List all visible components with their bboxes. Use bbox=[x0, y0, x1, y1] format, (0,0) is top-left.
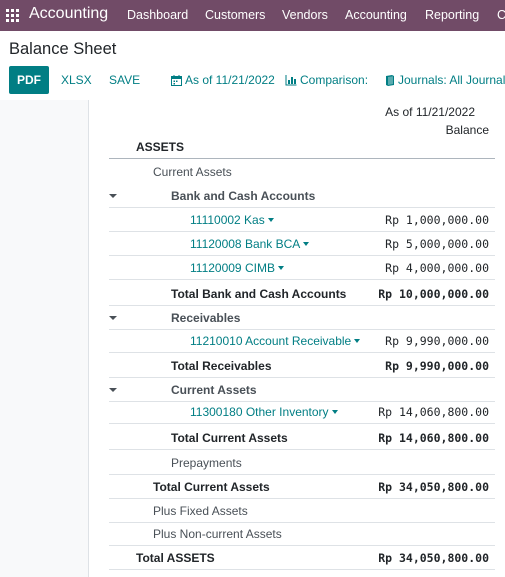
row-amount: Rp 1,000,000.00 bbox=[385, 213, 489, 227]
row-amount: Rp 9,990,000.00 bbox=[385, 359, 489, 373]
bar-chart-icon bbox=[285, 74, 297, 85]
menu-accounting[interactable]: Accounting bbox=[345, 8, 407, 22]
report-row-account: 11120008 Bank BCA Rp 5,000,000.00 bbox=[109, 232, 495, 256]
row-amount: Rp 5,000,000.00 bbox=[385, 237, 489, 251]
caret-down-icon[interactable] bbox=[109, 316, 117, 320]
row-label: Receivables bbox=[171, 311, 241, 325]
book-icon bbox=[386, 74, 394, 86]
chevron-down-icon[interactable] bbox=[354, 339, 361, 343]
page-title: Balance Sheet bbox=[9, 40, 117, 58]
journals-filter[interactable]: Journals: All Journal bbox=[385, 73, 505, 87]
row-amount: Rp 34,050,800.00 bbox=[378, 480, 489, 494]
save-button[interactable]: SAVE bbox=[109, 73, 140, 87]
apps-grid-icon[interactable] bbox=[6, 9, 19, 22]
menu-configuration[interactable]: C bbox=[497, 8, 505, 22]
row-label: Bank and Cash Accounts bbox=[171, 189, 316, 203]
row-label: Current Assets bbox=[171, 383, 257, 397]
account-link[interactable]: 11120009 CIMB bbox=[190, 261, 284, 275]
row-amount: Rp 34,050,800.00 bbox=[378, 551, 489, 565]
report-row-grand-total: Total ASSETS Rp 34,050,800.00 bbox=[109, 546, 495, 570]
report-row-account: 11210010 Account Receivable Rp 9,990,000… bbox=[109, 329, 495, 353]
report-row-account: 11120009 CIMB Rp 4,000,000.00 bbox=[109, 256, 495, 280]
app-name[interactable]: Accounting bbox=[29, 5, 108, 23]
row-amount: Rp 14,060,800.00 bbox=[378, 431, 489, 445]
report-row-group[interactable]: Current Assets bbox=[109, 378, 495, 402]
chevron-down-icon[interactable] bbox=[331, 410, 338, 414]
row-label: Total ASSETS bbox=[136, 551, 215, 565]
comparison-filter-label: Comparison: bbox=[300, 73, 369, 87]
caret-down-icon[interactable] bbox=[109, 388, 117, 392]
calendar-icon bbox=[171, 74, 182, 86]
report-row: Current Assets bbox=[109, 160, 495, 183]
row-label: Plus Fixed Assets bbox=[153, 504, 248, 518]
report-row-total: Total Current Assets Rp 14,060,800.00 bbox=[109, 426, 495, 450]
section-title-assets: ASSETS bbox=[136, 140, 185, 154]
caret-down-icon[interactable] bbox=[109, 194, 117, 198]
row-label: Prepayments bbox=[171, 456, 242, 470]
column-date-header: As of 11/21/2022 bbox=[385, 105, 475, 119]
account-link[interactable]: 11300180 Other Inventory bbox=[190, 405, 338, 419]
chevron-down-icon[interactable] bbox=[277, 266, 284, 270]
report-row-group[interactable]: Receivables bbox=[109, 306, 495, 330]
account-link[interactable]: 11120008 Bank BCA bbox=[190, 237, 310, 251]
menu-dashboard[interactable]: Dashboard bbox=[127, 8, 188, 22]
left-margin-panel bbox=[0, 100, 89, 577]
row-label: Total Receivables bbox=[171, 359, 272, 373]
report-row-group[interactable]: Bank and Cash Accounts bbox=[109, 184, 495, 208]
row-label: Plus Non-current Assets bbox=[153, 527, 282, 541]
row-label: Total Current Assets bbox=[153, 480, 270, 494]
journals-filter-label: Journals: All Journal bbox=[398, 73, 505, 87]
row-amount: Rp 10,000,000.00 bbox=[378, 287, 489, 301]
report-row-account: 11300180 Other Inventory Rp 14,060,800.0… bbox=[109, 400, 495, 424]
report-row-total: Total Bank and Cash Accounts Rp 10,000,0… bbox=[109, 282, 495, 306]
report-row: Plus Fixed Assets bbox=[109, 499, 495, 523]
report-row-account: 11110002 Kas Rp 1,000,000.00 bbox=[109, 208, 495, 232]
row-amount: Rp 14,060,800.00 bbox=[378, 405, 489, 419]
menu-reporting[interactable]: Reporting bbox=[425, 8, 479, 22]
report-row: Plus Non-current Assets bbox=[109, 522, 495, 546]
comparison-filter[interactable]: Comparison: bbox=[285, 73, 368, 87]
xlsx-button[interactable]: XLSX bbox=[61, 73, 92, 87]
top-navbar: Accounting Dashboard Customers Vendors A… bbox=[0, 0, 505, 31]
report-row-total: Total Receivables Rp 9,990,000.00 bbox=[109, 354, 495, 378]
balance-sheet-report: As of 11/21/2022 Balance ASSETS Current … bbox=[89, 100, 505, 577]
row-label: Total Bank and Cash Accounts bbox=[171, 287, 347, 301]
date-filter[interactable]: As of 11/21/2022 bbox=[171, 73, 275, 87]
column-balance-header: Balance bbox=[445, 123, 489, 137]
account-link[interactable]: 11210010 Account Receivable bbox=[190, 334, 361, 348]
pdf-button[interactable]: PDF bbox=[9, 66, 49, 94]
date-filter-label: As of 11/21/2022 bbox=[185, 73, 275, 87]
report-row-total: Total Current Assets Rp 34,050,800.00 bbox=[109, 475, 495, 499]
row-amount: Rp 4,000,000.00 bbox=[385, 261, 489, 275]
report-row: Prepayments bbox=[109, 451, 495, 475]
row-label: Current Assets bbox=[153, 165, 232, 179]
chevron-down-icon[interactable] bbox=[303, 242, 310, 246]
chevron-down-icon[interactable] bbox=[267, 218, 274, 222]
row-label: Total Current Assets bbox=[171, 431, 288, 445]
menu-customers[interactable]: Customers bbox=[205, 8, 265, 22]
menu-vendors[interactable]: Vendors bbox=[282, 8, 328, 22]
account-link[interactable]: 11110002 Kas bbox=[190, 213, 274, 227]
header-divider bbox=[109, 158, 495, 159]
row-amount: Rp 9,990,000.00 bbox=[385, 334, 489, 348]
